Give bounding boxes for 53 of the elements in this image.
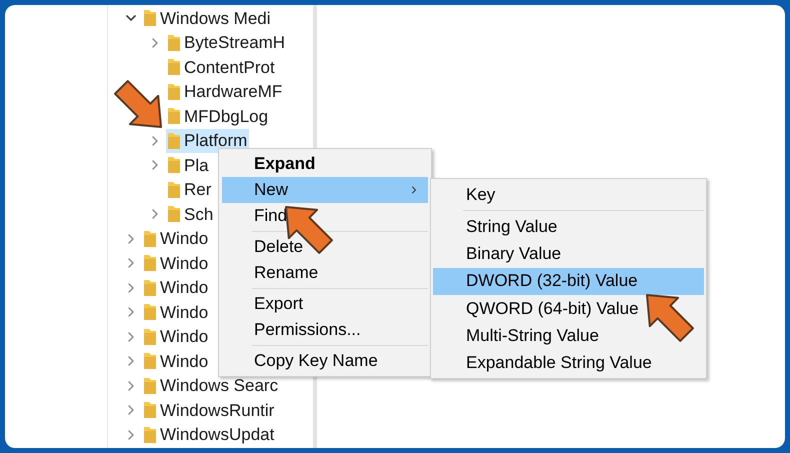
tree-item[interactable]: Windo [142,324,210,349]
folder-icon [167,205,181,224]
folder-icon [143,376,157,395]
folder-icon [167,34,181,52]
folder-icon [167,180,181,199]
tree-item[interactable]: Windows Medi [142,6,273,30]
menu-item[interactable]: QWORD (64-bit) Value [433,294,704,322]
menu-item[interactable]: Multi-String Value [433,322,704,350]
tree-item[interactable]: ByteStreamH [166,30,288,55]
folder-icon [167,132,181,150]
menu-item[interactable]: Key [433,181,704,208]
tree-item[interactable]: WindowsUpdat [142,422,276,447]
menu-item[interactable]: DWORD (32-bit) Value [433,268,704,295]
tree-item[interactable]: MFDbgLog [166,104,270,128]
menu-item[interactable]: Binary Value [433,240,704,268]
folder-icon [143,278,157,297]
tree-item[interactable]: Windows Searc [142,374,280,398]
menu-item[interactable]: Rename [222,260,428,286]
folder-icon [143,328,157,346]
tree-item[interactable]: Windo [142,251,210,276]
tree-item[interactable]: Platform [166,128,250,153]
folder-icon [143,401,157,420]
tree-item[interactable]: Sch [166,202,216,226]
menu-item[interactable]: Find [222,203,428,229]
menu-item[interactable]: Expandable String Value [433,349,704,376]
arrow-annotation [646,294,694,342]
tree-item[interactable]: Pla [166,153,211,178]
folder-icon [143,230,157,248]
folder-icon [143,426,157,444]
tree-item[interactable]: ContentProt [166,55,277,80]
folder-icon [143,303,157,322]
tree-item[interactable]: Rer [166,178,214,202]
menu-item[interactable]: Delete [222,234,428,260]
folder-icon [143,352,157,370]
folder-icon [167,82,181,101]
folder-icon [143,9,157,28]
menu-item[interactable]: New [222,177,428,203]
tree-item[interactable]: WindowsRuntir [142,398,276,422]
menu-item[interactable]: Export [222,291,428,317]
folder-icon [143,254,157,272]
menu-item[interactable]: Expand [222,151,428,177]
arrow-annotation [114,80,162,128]
tree-item[interactable]: Windo [142,276,210,300]
tree-item[interactable]: Windo [142,300,210,324]
menu-item[interactable]: String Value [433,213,704,240]
menu-item[interactable]: Permissions... [222,317,428,343]
folder-icon [167,107,181,126]
tree-item[interactable]: HardwareMF [166,80,284,104]
tree-item[interactable]: Windo [142,226,210,251]
menu-item[interactable]: Copy Key Name [222,348,428,374]
tree-item[interactable]: Windo [142,349,210,374]
folder-icon [167,156,181,174]
folder-icon [167,58,181,76]
